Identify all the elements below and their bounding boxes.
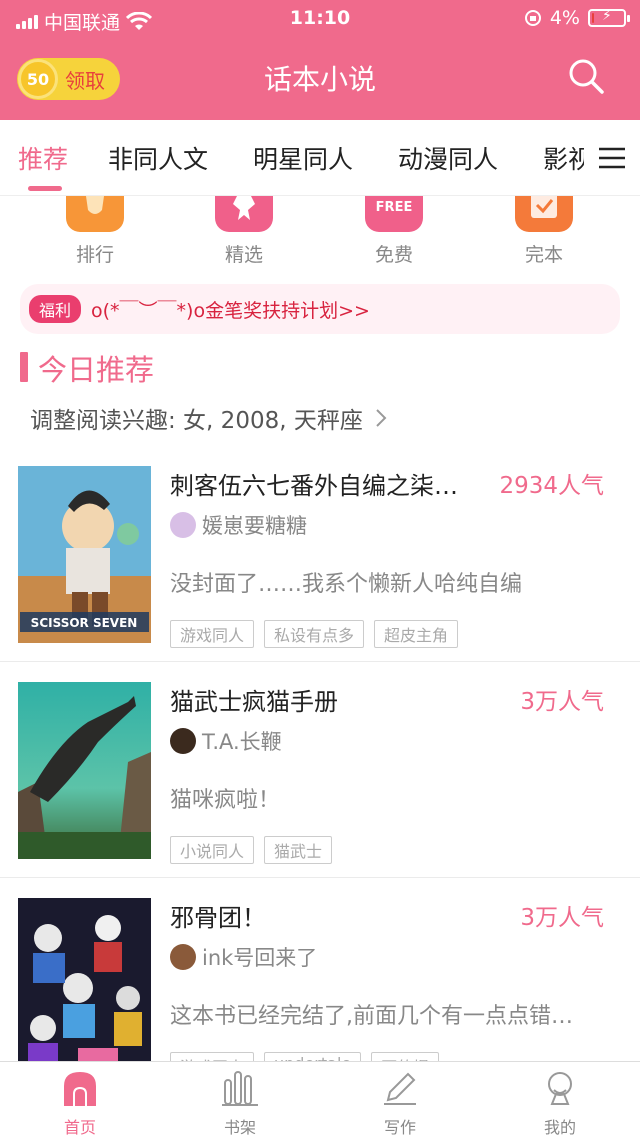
status-right: 4% ⚡: [524, 7, 630, 29]
battery-percent: 4%: [549, 7, 580, 29]
welfare-badge: 福利: [29, 295, 82, 323]
search-icon[interactable]: [566, 56, 606, 96]
tab-recommend[interactable]: 推荐: [18, 140, 68, 176]
section-title: 今日推荐: [38, 353, 155, 387]
tag[interactable]: 小说同人: [170, 836, 255, 864]
avatar: [170, 728, 196, 754]
menu-icon: [599, 147, 625, 168]
bookshelf-icon: [222, 1071, 258, 1106]
category-tabs: 推荐 非同人文 明星同人 动漫同人 影视: [0, 120, 640, 196]
tag[interactable]: 私设有点多: [264, 620, 365, 648]
nav-write-label: 写作: [383, 1118, 416, 1137]
pencil-icon: [384, 1072, 416, 1105]
tag[interactable]: 超皮主角: [374, 620, 459, 648]
tabs-menu-button[interactable]: [584, 120, 640, 195]
tab-anime-fanfic[interactable]: 动漫同人: [398, 140, 498, 176]
section-accent-bar: [20, 352, 28, 382]
entry-completed-label: 完本: [524, 244, 563, 266]
nav-write[interactable]: 写作: [360, 1070, 440, 1138]
home-icon: [64, 1072, 96, 1106]
preferences-text: 调整阅读兴趣: 女, 2008, 天秤座: [30, 408, 363, 434]
book-description: 这本书已经完结了,前面几个有一点点错…: [170, 1004, 573, 1029]
check-icon: [515, 196, 573, 232]
reading-preferences-link[interactable]: 调整阅读兴趣: 女, 2008, 天秤座: [30, 401, 387, 435]
book-item[interactable]: 猫武士疯猫手册 3万人气 T.A.长鞭 猫咪疯啦！ 小说同人 猫武士: [0, 662, 640, 878]
book-title: 邪骨团！: [170, 904, 266, 932]
nav-bookshelf-label: 书架: [223, 1118, 256, 1137]
tag[interactable]: 猫武士: [264, 836, 333, 864]
star-icon: [215, 196, 273, 232]
book-author: T.A.长鞭: [170, 726, 282, 756]
tab-celebrity-fanfic[interactable]: 明星同人: [253, 140, 353, 176]
author-name: T.A.长鞭: [202, 730, 282, 754]
svg-text:SCISSOR SEVEN: SCISSOR SEVEN: [31, 616, 138, 630]
book-popularity: 3万人气: [520, 905, 604, 931]
welfare-notice[interactable]: 福利 o(*￣︶￣*)o金笔奖扶持计划>>: [20, 284, 620, 334]
free-icon-text: FREE: [375, 200, 413, 215]
status-bar: 中国联通 11:10 4% ⚡: [0, 0, 640, 38]
active-tab-indicator: [28, 186, 62, 191]
profile-icon: [548, 1072, 572, 1105]
entry-ranking[interactable]: 排行: [55, 196, 135, 267]
author-name: 媛崽要糖糖: [202, 514, 307, 538]
free-icon: FREE: [365, 196, 423, 232]
entry-completed[interactable]: 完本: [504, 196, 584, 267]
book-title: 刺客伍六七番外自编之柒…: [170, 472, 458, 500]
entry-free-label: 免费: [374, 244, 413, 266]
tab-original[interactable]: 非同人文: [108, 140, 208, 176]
book-popularity: 3万人气: [520, 689, 604, 715]
nav-home-label: 首页: [63, 1118, 96, 1137]
app-header: 中国联通 11:10 4% ⚡ 50 领取 话本小说: [0, 0, 640, 120]
book-author: ink号回来了: [170, 942, 317, 972]
notice-text: o(*￣︶￣*)o金笔奖扶持计划>>: [91, 299, 370, 322]
entry-ranking-label: 排行: [75, 244, 114, 266]
book-cover: [18, 682, 151, 859]
bottom-nav: 首页 书架 写作 我的: [0, 1061, 640, 1139]
avatar: [170, 512, 196, 538]
book-item[interactable]: SCISSOR SEVEN 刺客伍六七番外自编之柒… 2934人气 媛崽要糖糖 …: [0, 446, 640, 662]
battery-icon: ⚡: [588, 8, 630, 27]
nav-home[interactable]: 首页: [40, 1070, 120, 1138]
entry-featured-label: 精选: [224, 244, 263, 266]
entry-featured[interactable]: 精选: [204, 196, 284, 267]
book-description: 猫咪疯啦！: [170, 788, 281, 813]
book-tags: 游戏同人 私设有点多 超皮主角: [170, 620, 459, 648]
chevron-right-icon: [376, 409, 387, 427]
nav-bookshelf[interactable]: 书架: [200, 1070, 280, 1138]
rotation-lock-icon: [524, 10, 541, 26]
book-cover: [18, 898, 151, 1075]
nav-profile-label: 我的: [543, 1118, 576, 1137]
book-title: 猫武士疯猫手册: [170, 688, 338, 716]
tag[interactable]: 游戏同人: [170, 620, 255, 648]
book-tags: 小说同人 猫武士: [170, 836, 333, 864]
book-cover: SCISSOR SEVEN: [18, 466, 151, 643]
nav-profile[interactable]: 我的: [520, 1070, 600, 1138]
book-popularity: 2934人气: [499, 473, 604, 499]
book-description: 没封面了……我系个懒新人哈纯自编: [170, 572, 523, 597]
author-name: ink号回来了: [202, 946, 318, 970]
app-title: 话本小说: [263, 63, 376, 96]
trophy-icon: [66, 196, 124, 232]
book-author: 媛崽要糖糖: [170, 510, 307, 540]
avatar: [170, 944, 196, 970]
entry-free[interactable]: FREE 免费: [354, 196, 434, 267]
